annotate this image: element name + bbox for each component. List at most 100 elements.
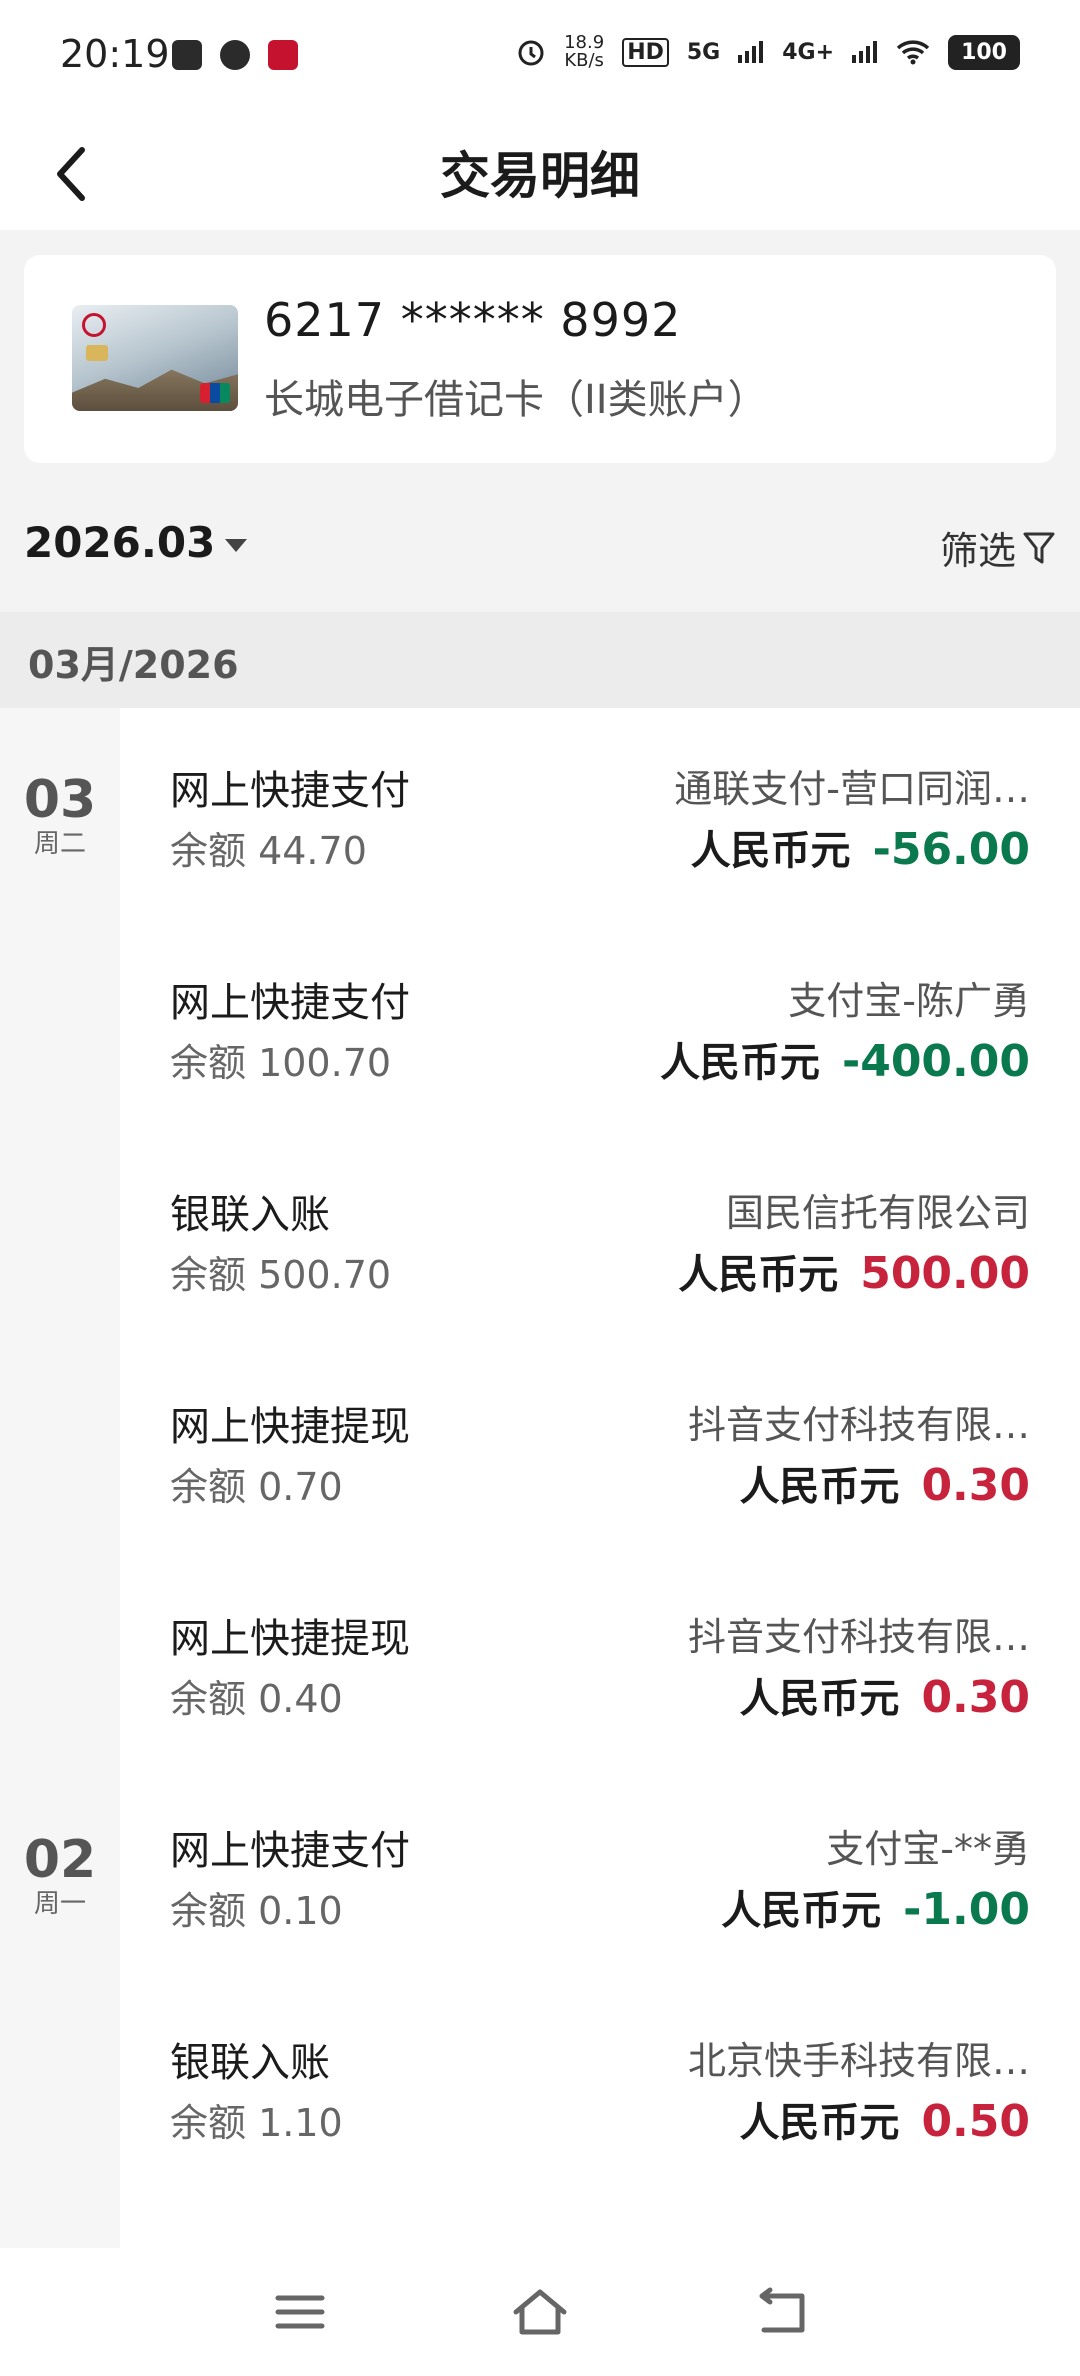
- transaction-type: 网上快捷提现: [170, 1404, 410, 1450]
- transaction-balance: 余额 0.10: [170, 1889, 343, 1933]
- nav-back-button[interactable]: [750, 2284, 810, 2340]
- transaction-amount: -1.00: [903, 1884, 1030, 1935]
- transaction-balance: 余额 0.40: [170, 1677, 343, 1721]
- transaction-row[interactable]: 银联入账 余额 1.10 北京快手科技有限… 人民币元 0.50: [120, 1980, 1080, 2194]
- notification-icons: [172, 40, 298, 70]
- transaction-currency: 人民币元: [739, 1676, 900, 1722]
- transaction-list: 03 周二 02 周一 网上快捷支付 余额 44.70 通联支付-营口同润… 人…: [0, 708, 1080, 2248]
- message-icon: [220, 40, 250, 70]
- signal-bars-icon-2: [852, 41, 878, 63]
- transaction-row[interactable]: 网上快捷支付 余额 0.10 支付宝-**勇 人民币元 -1.00: [120, 1768, 1080, 1982]
- transaction-counterparty: 国民信托有限公司: [725, 1191, 1030, 1235]
- transaction-counterparty: 支付宝-陈广勇: [788, 979, 1030, 1023]
- transaction-currency: 人民币元: [739, 2100, 900, 2146]
- signal-4g-label: 4G+: [782, 39, 835, 65]
- transaction-row[interactable]: 网上快捷支付 余额 44.70 通联支付-营口同润… 人民币元 -56.00: [120, 708, 1080, 922]
- transaction-type: 网上快捷支付: [170, 1828, 410, 1874]
- transaction-amount-line: 人民币元 -1.00: [721, 1878, 1030, 1936]
- transaction-balance: 余额 500.70: [170, 1253, 392, 1297]
- clipboard-icon: [172, 40, 202, 70]
- transaction-amount-line: 人民币元 0.50: [739, 2090, 1030, 2148]
- filter-bar: 2026.03 筛选: [0, 480, 1080, 610]
- transaction-amount-line: 人民币元 500.00: [678, 1242, 1030, 1300]
- transaction-balance: 余额 0.70: [170, 1465, 343, 1509]
- transaction-amount: 0.30: [921, 1672, 1030, 1723]
- filter-button[interactable]: 筛选: [940, 520, 1056, 575]
- wifi-icon: [896, 40, 930, 65]
- system-nav-bar: [0, 2248, 1080, 2376]
- date-weekday: 周一: [33, 1889, 86, 1919]
- transaction-currency: 人民币元: [659, 1040, 820, 1086]
- transaction-counterparty: 通联支付-营口同润…: [674, 767, 1030, 811]
- menu-icon: [275, 2295, 325, 2329]
- app-header: 交易明细: [0, 112, 1080, 230]
- alarm-icon: [518, 40, 544, 66]
- status-indicators: 18.9 KB/s HD 5G 4G+ 100: [516, 34, 1020, 70]
- transaction-amount: -400.00: [841, 1036, 1030, 1087]
- month-selector[interactable]: 2026.03: [24, 518, 248, 567]
- transaction-row[interactable]: 网上快捷提现 余额 0.70 抖音支付科技有限… 人民币元 0.30: [120, 1344, 1080, 1558]
- transaction-type: 网上快捷提现: [170, 1616, 410, 1662]
- transaction-balance: 余额 1.10: [170, 2101, 343, 2145]
- transaction-row[interactable]: 网上快捷支付 余额 100.70 支付宝-陈广勇 人民币元 -400.00: [120, 920, 1080, 1134]
- transaction-amount-line: 人民币元 -56.00: [691, 818, 1030, 876]
- transaction-currency: 人民币元: [739, 1464, 900, 1510]
- return-icon: [759, 2287, 805, 2333]
- transaction-row-partial[interactable]: [120, 2192, 1080, 2248]
- status-time: 20:19: [60, 32, 170, 76]
- battery-level: 100: [948, 34, 1020, 70]
- transaction-counterparty: 北京快手科技有限…: [687, 2039, 1030, 2083]
- caret-down-icon: [225, 539, 248, 552]
- transaction-type: 银联入账: [170, 1192, 330, 1238]
- transaction-row[interactable]: 网上快捷提现 余额 0.40 抖音支付科技有限… 人民币元 0.30: [120, 1556, 1080, 1770]
- transaction-balance: 余额 100.70: [170, 1041, 392, 1085]
- unionpay-logo-icon: [200, 383, 230, 403]
- transaction-type: 银联入账: [170, 2040, 330, 2086]
- date-marker: 02 周一: [0, 1832, 120, 1920]
- nav-home-button[interactable]: [510, 2284, 570, 2340]
- card-chip-icon: [86, 345, 108, 361]
- transaction-amount-line: 人民币元 0.30: [739, 1666, 1030, 1724]
- transaction-amount-line: 人民币元 0.30: [739, 1454, 1030, 1512]
- net-speed: 18.9 KB/s: [564, 34, 604, 70]
- card-name: 长城电子借记卡（II类账户）: [264, 377, 768, 423]
- date-day: 03: [23, 770, 97, 830]
- page-title: 交易明细: [440, 147, 640, 205]
- transaction-amount: 500.00: [860, 1248, 1030, 1299]
- transaction-currency: 人民币元: [678, 1252, 839, 1298]
- signal-5g-label: 5G: [686, 39, 721, 65]
- net-speed-unit: KB/s: [564, 50, 604, 71]
- date-weekday: 周二: [33, 829, 86, 859]
- hd-badge: HD: [622, 37, 669, 67]
- date-marker: 03 周二: [0, 772, 120, 860]
- home-icon: [513, 2289, 567, 2335]
- filter-label: 筛选: [939, 529, 1016, 573]
- signal-bars-icon: [738, 41, 764, 63]
- transaction-currency: 人民币元: [721, 1888, 882, 1934]
- nav-menu-button[interactable]: [270, 2284, 330, 2340]
- transaction-amount-line: 人民币元 -400.00: [660, 1030, 1030, 1088]
- card-info-panel[interactable]: 6217 ****** 8992 长城电子借记卡（II类账户）: [24, 255, 1056, 463]
- transaction-counterparty: 支付宝-**勇: [826, 1827, 1030, 1871]
- bank-app-icon: [268, 40, 298, 70]
- funnel-icon: [1023, 532, 1055, 563]
- transaction-type: 网上快捷支付: [170, 768, 410, 814]
- transaction-currency: 人民币元: [690, 828, 851, 874]
- transaction-amount: 0.50: [921, 2096, 1030, 2147]
- date-day: 02: [23, 1830, 97, 1890]
- month-section-header: 03月/2026: [0, 612, 1080, 708]
- transaction-amount: -56.00: [872, 824, 1030, 875]
- transaction-type: 网上快捷支付: [170, 980, 410, 1026]
- date-gutter: 03 周二 02 周一: [0, 708, 120, 2248]
- section-label: 03月/2026: [28, 643, 239, 687]
- transaction-counterparty: 抖音支付科技有限…: [687, 1403, 1030, 1447]
- card-number: 6217 ****** 8992: [264, 293, 682, 347]
- transaction-row[interactable]: 银联入账 余额 500.70 国民信托有限公司 人民币元 500.00: [120, 1132, 1080, 1346]
- transaction-amount: 0.30: [921, 1460, 1030, 1511]
- bank-logo-icon: [82, 313, 106, 337]
- status-bar: 20:19 18.9 KB/s HD 5G 4G+ 100: [0, 0, 1080, 112]
- month-value: 2026.03: [24, 518, 216, 567]
- card-image: [72, 305, 238, 411]
- transaction-balance: 余额 44.70: [170, 829, 367, 873]
- transaction-counterparty: 抖音支付科技有限…: [687, 1615, 1030, 1659]
